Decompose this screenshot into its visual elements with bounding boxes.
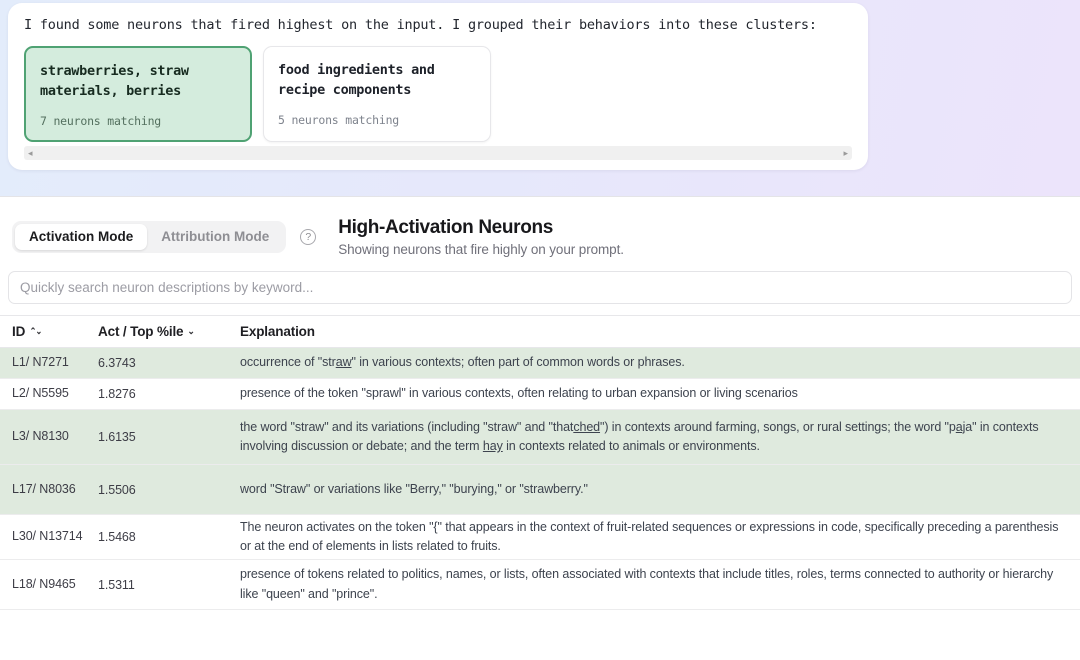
- table-body: L1/ N7271 6.3743 occurrence of "straw" in …: [0, 348, 1080, 610]
- sort-updown-icon[interactable]: ⌃⌄: [30, 327, 43, 336]
- cluster-card-selected[interactable]: strawberries, straw materials, berries 7…: [24, 45, 252, 142]
- assistant-message-card: I found some neurons that fired highest …: [8, 3, 868, 170]
- tab-attribution-mode[interactable]: Attribution Mode: [147, 224, 283, 250]
- cell-activation-value: 1.5468: [98, 530, 136, 544]
- cell-explanation: presence of tokens related to politics, …: [240, 567, 1054, 601]
- cell-activation-value: 1.5506: [98, 482, 136, 497]
- column-header-explanation: Explanation: [240, 324, 1080, 339]
- cluster-neuron-count: 5 neurons matching: [278, 112, 400, 127]
- cell-activation-value: 1.6135: [98, 430, 136, 444]
- cell-explanation: the word "straw" and its variations (inc…: [240, 419, 1039, 453]
- cell-explanation: occurrence of "straw" in various context…: [240, 355, 685, 370]
- cell-neuron-id: L17/ N8036: [12, 481, 76, 496]
- cell-neuron-id: L3/ N8130: [12, 429, 69, 444]
- scroll-right-arrow-icon[interactable]: ▸: [843, 148, 848, 158]
- column-header-id-label: ID: [12, 324, 26, 339]
- cluster-card[interactable]: food ingredients and recipe components 5…: [263, 45, 491, 142]
- panel-heading: High-Activation Neurons Showing neurons …: [338, 217, 624, 257]
- cluster-title: strawberries, straw materials, berries: [40, 62, 189, 100]
- table-row[interactable]: L3/ N8130 1.6135 the word "straw" and its …: [0, 410, 1080, 465]
- chat-gradient-backdrop: I found some neurons that fired highest …: [0, 0, 1080, 196]
- column-header-act-label: Act / Top %ile: [98, 324, 184, 339]
- cluster-horizontal-scrollbar[interactable]: ◂ ▸: [24, 146, 852, 160]
- table-row[interactable]: L30/ N13714 1.5468 The neuron activates on…: [0, 515, 1080, 560]
- cell-activation-value: 1.8276: [98, 387, 136, 401]
- table-row[interactable]: L1/ N7271 6.3743 occurrence of "straw" in …: [0, 348, 1080, 379]
- table-row[interactable]: L2/ N5595 1.8276 presence of the token "sp…: [0, 379, 1080, 410]
- cluster-title: food ingredients and recipe components: [278, 61, 435, 99]
- page-title: High-Activation Neurons: [338, 216, 553, 238]
- search-input[interactable]: [8, 271, 1072, 304]
- cell-explanation: presence of the token "sprawl" in variou…: [240, 386, 798, 401]
- cell-neuron-id: L30/ N13714: [12, 529, 83, 544]
- column-header-act[interactable]: Act / Top %ile ⌄: [98, 324, 240, 339]
- search-bar-wrapper: [0, 259, 1080, 304]
- cluster-neuron-count: 7 neurons matching: [40, 113, 162, 128]
- cluster-card-list: strawberries, straw materials, berries 7…: [24, 45, 852, 142]
- controls-bar: Activation Mode Attribution Mode ? High-…: [0, 197, 1080, 259]
- cell-explanation: The neuron activates on the token "{" th…: [240, 519, 1059, 553]
- scroll-left-arrow-icon[interactable]: ◂: [28, 148, 33, 158]
- page-subtitle: Showing neurons that fire highly on your…: [338, 242, 624, 258]
- table-header-row: ID ⌃⌄ Act / Top %ile ⌄ Explanation: [0, 315, 1080, 348]
- cell-explanation: word "Straw" or variations like "Berry,"…: [240, 481, 588, 496]
- neuron-table: ID ⌃⌄ Act / Top %ile ⌄ Explanation L1/ N…: [0, 315, 1080, 610]
- table-row[interactable]: L18/ N9465 1.5311 presence of tokens relat…: [0, 560, 1080, 610]
- cell-neuron-id: L1/ N7271: [12, 355, 69, 370]
- cell-activation-value: 6.3743: [98, 356, 136, 370]
- column-header-explanation-label: Explanation: [240, 324, 315, 339]
- assistant-intro-text: I found some neurons that fired highest …: [24, 17, 817, 33]
- cell-activation-value: 1.5311: [98, 577, 135, 592]
- help-question-icon[interactable]: ?: [300, 229, 317, 245]
- chevron-down-icon[interactable]: ⌄: [187, 327, 195, 336]
- tab-activation-mode[interactable]: Activation Mode: [15, 224, 148, 250]
- table-row[interactable]: L17/ N8036 1.5506 word "Straw" or variatio…: [0, 465, 1080, 515]
- cell-neuron-id: L2/ N5595: [12, 386, 69, 401]
- cell-neuron-id: L18/ N9465: [12, 576, 76, 591]
- column-header-id[interactable]: ID ⌃⌄: [12, 324, 98, 339]
- mode-toggle-group[interactable]: Activation Mode Attribution Mode: [12, 221, 287, 253]
